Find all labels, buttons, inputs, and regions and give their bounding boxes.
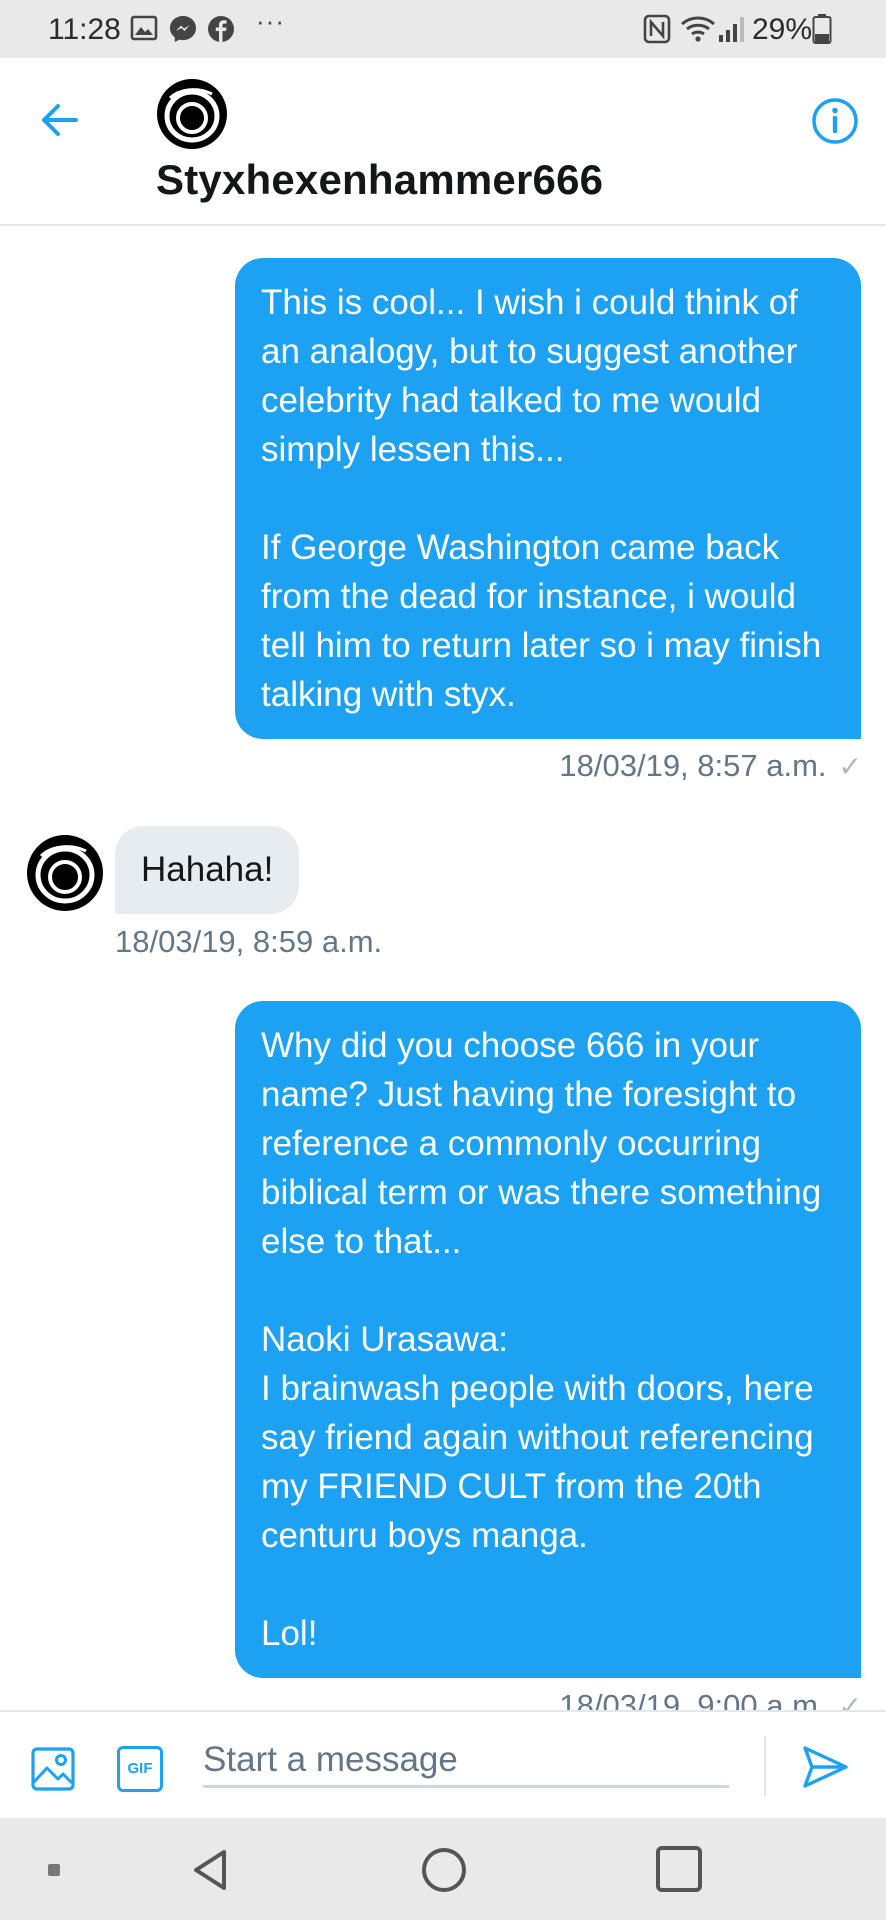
sent-check-icon: ✓ xyxy=(838,751,862,782)
send-icon[interactable] xyxy=(800,1742,850,1792)
status-bar: 11:28 ··· 29% xyxy=(0,0,886,58)
wifi-icon xyxy=(681,16,715,42)
signal-icon xyxy=(719,17,744,42)
message-bubble-outgoing[interactable]: Why did you choose 666 in your name? Jus… xyxy=(235,1001,861,1678)
timestamp-text: 18/03/19, 8:57 a.m. xyxy=(559,748,827,783)
message-timestamp: 18/03/19, 9:00 a.m. ✓ xyxy=(559,1688,862,1710)
nav-back-icon[interactable] xyxy=(186,1846,234,1894)
image-icon[interactable] xyxy=(30,1746,76,1792)
facebook-icon xyxy=(208,16,234,42)
message-text: Hahaha! xyxy=(141,850,274,889)
contact-name: Styxhexenhammer666 xyxy=(156,156,604,203)
message-text: This is cool... I wish i could think of … xyxy=(261,283,822,714)
avatar[interactable] xyxy=(156,78,228,150)
messenger-icon xyxy=(170,16,196,42)
arrow-left-icon[interactable] xyxy=(36,96,84,144)
message-bubble-outgoing[interactable]: This is cool... I wish i could think of … xyxy=(235,258,861,739)
nav-recents-icon[interactable] xyxy=(656,1846,702,1892)
message-text: Why did you choose 666 in your name? Jus… xyxy=(261,1026,822,1653)
sent-check-icon: ✓ xyxy=(838,1691,862,1710)
avatar[interactable] xyxy=(26,834,104,912)
battery-icon xyxy=(812,14,832,44)
message-composer: GIF xyxy=(0,1710,886,1818)
timestamp-text: 18/03/19, 8:59 a.m. xyxy=(115,924,383,959)
message-timestamp: 18/03/19, 8:59 a.m. xyxy=(115,924,382,960)
divider xyxy=(764,1736,766,1796)
nfc-icon xyxy=(643,14,671,44)
status-time: 11:28 xyxy=(48,13,121,46)
message-input[interactable] xyxy=(203,1734,729,1788)
info-icon[interactable] xyxy=(810,96,860,146)
nav-dot-icon xyxy=(48,1864,60,1876)
more-notifications: ··· xyxy=(256,6,285,36)
battery-percent: 29% xyxy=(752,13,813,46)
system-nav-bar xyxy=(0,1818,886,1920)
message-bubble-incoming[interactable]: Hahaha! xyxy=(115,826,300,914)
message-list[interactable]: This is cool... I wish i could think of … xyxy=(0,228,886,1710)
message-timestamp: 18/03/19, 8:57 a.m. ✓ xyxy=(559,748,862,784)
conversation-header: Styxhexenhammer666 xyxy=(0,58,886,226)
gif-button[interactable]: GIF xyxy=(117,1746,163,1792)
timestamp-text: 18/03/19, 9:00 a.m. xyxy=(559,1688,827,1710)
gallery-icon xyxy=(130,15,158,41)
nav-home-icon[interactable] xyxy=(420,1846,468,1894)
